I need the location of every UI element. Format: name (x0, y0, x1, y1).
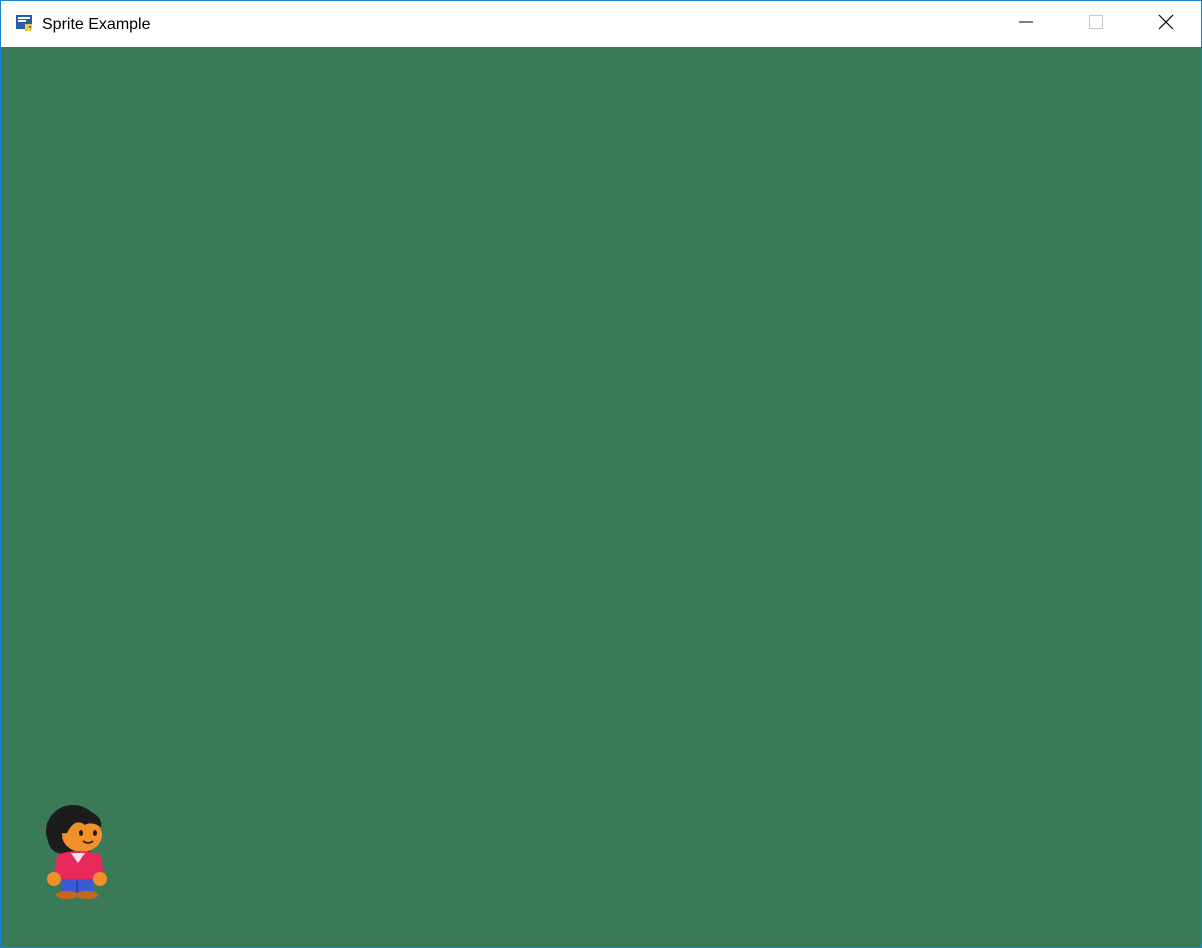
minimize-button[interactable] (1003, 1, 1049, 47)
close-icon (1158, 14, 1174, 35)
title-bar[interactable]: Sprite Example (1, 1, 1201, 47)
window-title: Sprite Example (42, 16, 151, 33)
app-window: Sprite Example (0, 0, 1202, 948)
maximize-icon (1089, 14, 1103, 34)
game-canvas[interactable] (1, 47, 1201, 947)
python-icon (15, 14, 35, 34)
close-button[interactable] (1143, 1, 1189, 47)
player-sprite[interactable] (45, 803, 109, 901)
minimize-icon (1019, 15, 1033, 34)
maximize-button[interactable] (1073, 1, 1119, 47)
